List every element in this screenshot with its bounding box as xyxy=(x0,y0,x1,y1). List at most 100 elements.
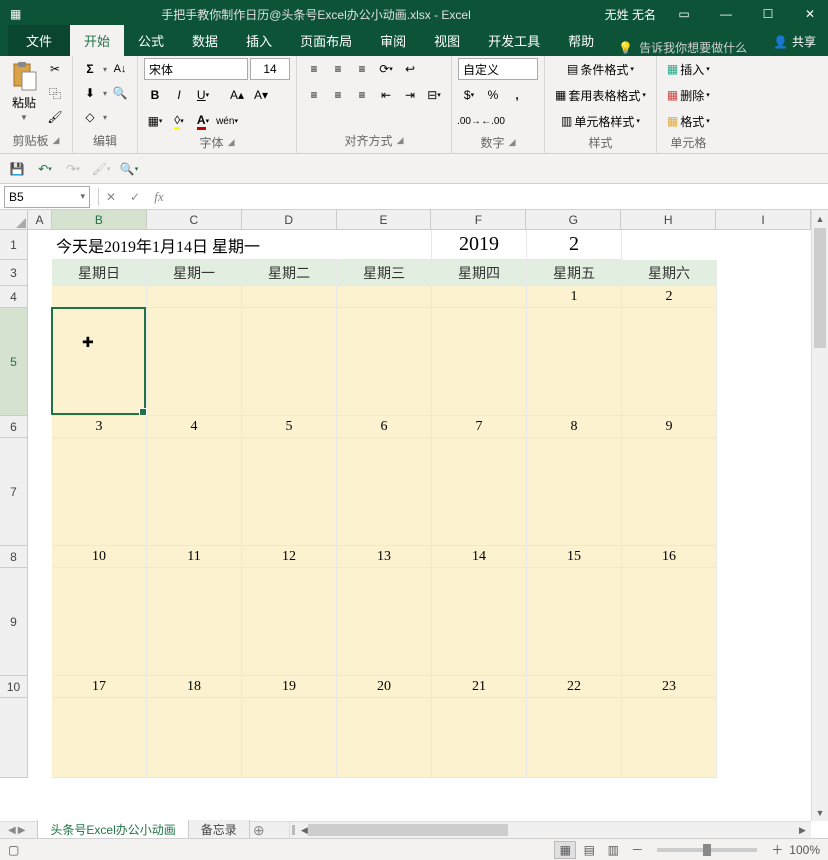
select-all-corner[interactable] xyxy=(0,210,28,230)
table-format-button[interactable]: ▦套用表格格式▾ xyxy=(551,84,650,106)
cell-B7[interactable] xyxy=(52,438,147,546)
decrease-decimal-button[interactable]: ←.00 xyxy=(482,110,504,132)
cell-F9[interactable] xyxy=(432,568,527,676)
cell-E[interactable] xyxy=(337,698,432,778)
cancel-formula-button[interactable]: ✕ xyxy=(99,186,123,208)
cell-D5[interactable] xyxy=(242,308,337,416)
cell-H[interactable] xyxy=(622,698,717,778)
cell-F[interactable] xyxy=(432,698,527,778)
row-header-10[interactable]: 10 xyxy=(0,676,27,698)
shrink-font-button[interactable]: A▾ xyxy=(250,84,272,106)
qat-find-button[interactable]: 🔍▾ xyxy=(118,158,140,180)
cell-C10[interactable]: 18 xyxy=(147,676,242,698)
qat-brush-button[interactable]: 🖌▾ xyxy=(90,158,112,180)
col-header-G[interactable]: G xyxy=(526,210,621,229)
cell-E7[interactable] xyxy=(337,438,432,546)
cell-C3[interactable]: 星期一 xyxy=(147,260,242,286)
cell-F10[interactable]: 21 xyxy=(432,676,527,698)
share-button[interactable]: 👤共享 xyxy=(761,27,828,56)
scroll-right-arrow[interactable]: ▶ xyxy=(794,822,811,838)
find-button[interactable]: 🔍 xyxy=(109,82,131,104)
cell-C6[interactable]: 4 xyxy=(147,416,242,438)
copy-button[interactable]: ⿻ xyxy=(44,82,66,104)
cell-D3[interactable]: 星期二 xyxy=(242,260,337,286)
col-header-H[interactable]: H xyxy=(621,210,716,229)
cell-G10[interactable]: 22 xyxy=(527,676,622,698)
align-left-button[interactable]: ≡ xyxy=(303,84,325,106)
cell-E8[interactable]: 13 xyxy=(337,546,432,568)
col-header-C[interactable]: C xyxy=(147,210,242,229)
user-name[interactable]: 无姓 无名 xyxy=(605,6,656,23)
phonetic-button[interactable]: wén▾ xyxy=(216,110,238,132)
cell-G1[interactable]: 2 xyxy=(527,230,622,260)
macro-record-icon[interactable]: ▢ xyxy=(8,843,19,857)
decrease-indent-button[interactable]: ⇤ xyxy=(375,84,397,106)
format-cells-button[interactable]: ▦格式▾ xyxy=(663,110,714,132)
tab-splitter[interactable] xyxy=(292,825,295,835)
cell-E10[interactable]: 20 xyxy=(337,676,432,698)
row-header-8[interactable]: 8 xyxy=(0,546,27,568)
tab-view[interactable]: 视图 xyxy=(420,25,474,56)
cell-F4[interactable] xyxy=(432,286,527,308)
cell-D4[interactable] xyxy=(242,286,337,308)
cell-E9[interactable] xyxy=(337,568,432,676)
cell-H5[interactable] xyxy=(622,308,717,416)
cell-D[interactable] xyxy=(242,698,337,778)
tab-help[interactable]: 帮助 xyxy=(554,25,608,56)
col-header-B[interactable]: B xyxy=(52,210,147,229)
maximize-button[interactable]: ☐ xyxy=(754,4,782,24)
cut-button[interactable]: ✂ xyxy=(44,58,66,80)
cell-C4[interactable] xyxy=(147,286,242,308)
cell-H7[interactable] xyxy=(622,438,717,546)
formula-input[interactable] xyxy=(171,186,828,208)
delete-cells-button[interactable]: ▦删除▾ xyxy=(663,84,714,106)
vertical-scrollbar[interactable]: ▲ ▼ xyxy=(811,210,828,821)
grow-font-button[interactable]: A▴ xyxy=(226,84,248,106)
cell-G5[interactable] xyxy=(527,308,622,416)
cell-G9[interactable] xyxy=(527,568,622,676)
column-headers[interactable]: ABCDEFGHI xyxy=(28,210,811,230)
cell-C9[interactable] xyxy=(147,568,242,676)
align-top-button[interactable]: ≡ xyxy=(303,58,325,80)
cell-B8[interactable]: 10 xyxy=(52,546,147,568)
cell-E4[interactable] xyxy=(337,286,432,308)
sheet-tab-active[interactable]: 头条号Excel办公小动画 xyxy=(37,820,188,839)
cell-styles-button[interactable]: ▥单元格样式▾ xyxy=(551,110,650,132)
row-header-9[interactable]: 9 xyxy=(0,568,27,676)
font-launcher[interactable]: ◢ xyxy=(228,137,235,148)
zoom-out-button[interactable]: － xyxy=(631,841,643,858)
cell-G7[interactable] xyxy=(527,438,622,546)
cell-F7[interactable] xyxy=(432,438,527,546)
cell-D6[interactable]: 5 xyxy=(242,416,337,438)
number-launcher[interactable]: ◢ xyxy=(509,137,516,148)
cell-D10[interactable]: 19 xyxy=(242,676,337,698)
align-middle-button[interactable]: ≡ xyxy=(327,58,349,80)
bold-button[interactable]: B xyxy=(144,84,166,106)
tab-data[interactable]: 数据 xyxy=(178,25,232,56)
align-bottom-button[interactable]: ≡ xyxy=(351,58,373,80)
cell-F6[interactable]: 7 xyxy=(432,416,527,438)
comma-button[interactable]: , xyxy=(506,84,528,106)
wrap-text-button[interactable]: ↩ xyxy=(399,58,421,80)
clipboard-launcher[interactable]: ◢ xyxy=(53,135,60,146)
col-header-D[interactable]: D xyxy=(242,210,337,229)
underline-button[interactable]: U▾ xyxy=(192,84,214,106)
italic-button[interactable]: I xyxy=(168,84,190,106)
cells-area[interactable]: 今天是2019年1月14日 星期一20192星期日星期一星期二星期三星期四星期五… xyxy=(28,230,811,821)
cell-B[interactable] xyxy=(52,698,147,778)
increase-decimal-button[interactable]: .00→ xyxy=(458,110,480,132)
row-header-[interactable] xyxy=(0,698,27,778)
cell-H3[interactable]: 星期六 xyxy=(622,260,717,286)
cell-C8[interactable]: 11 xyxy=(147,546,242,568)
cell-D7[interactable] xyxy=(242,438,337,546)
conditional-format-button[interactable]: ▤条件格式▾ xyxy=(551,58,650,80)
col-header-A[interactable]: A xyxy=(28,210,52,229)
tab-developer[interactable]: 开发工具 xyxy=(474,25,554,56)
tab-file[interactable]: 文件 xyxy=(8,25,70,56)
tell-me[interactable]: 💡告诉我你想要做什么 xyxy=(608,39,757,56)
format-painter-button[interactable]: 🖌 xyxy=(44,106,66,128)
fill-color-button[interactable]: ◊▾ xyxy=(168,110,190,132)
row-header-5[interactable]: 5 xyxy=(0,308,27,416)
zoom-slider[interactable] xyxy=(657,848,757,852)
row-headers[interactable]: 1345678910 xyxy=(0,230,28,778)
